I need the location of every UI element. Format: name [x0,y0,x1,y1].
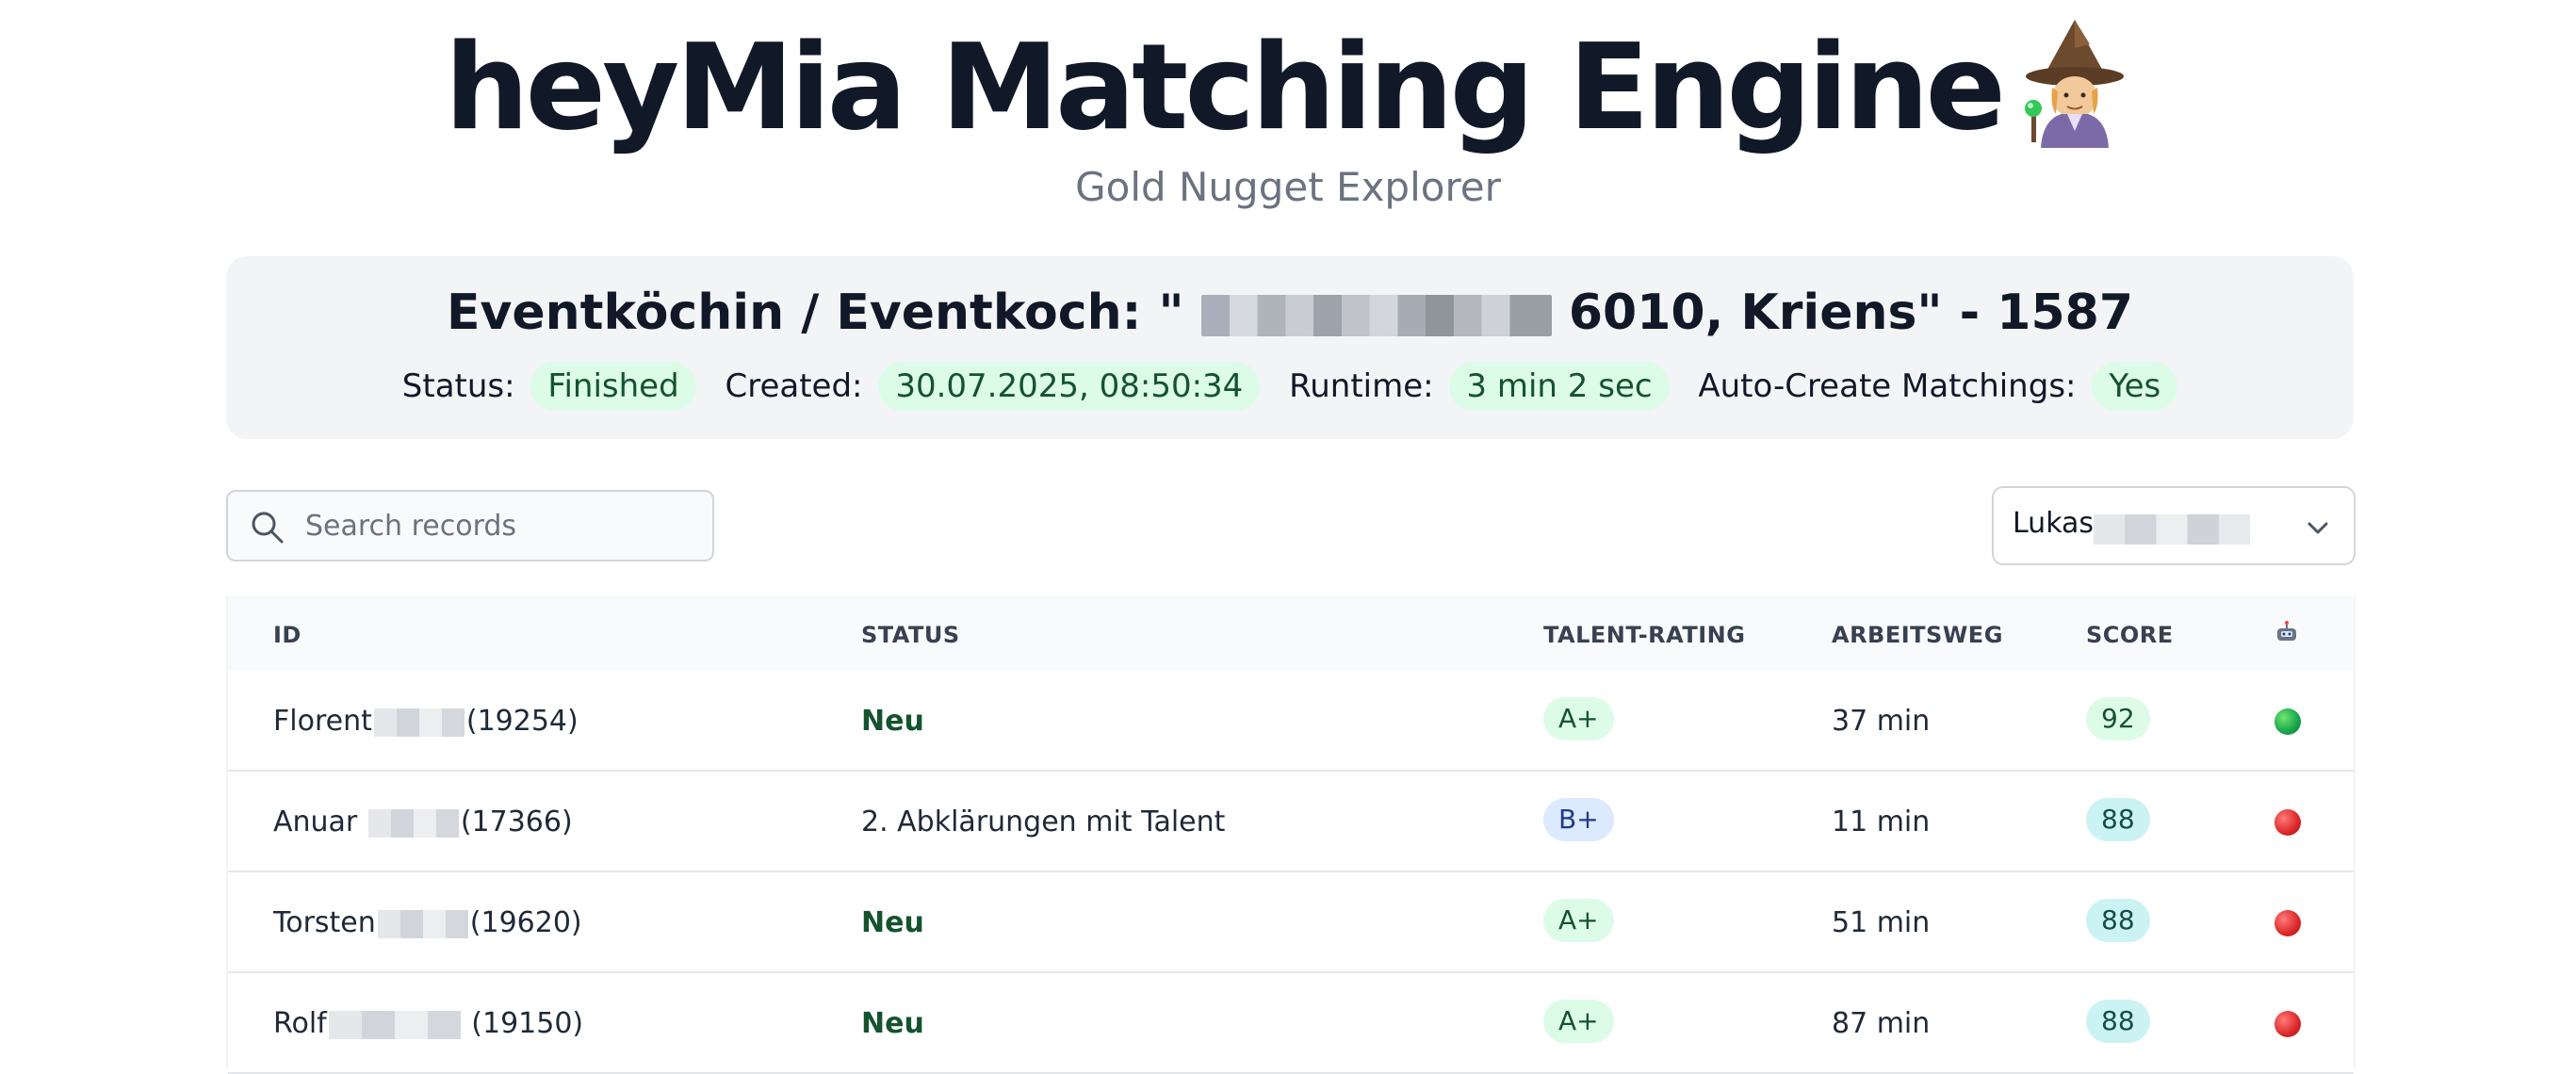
chevron-down-icon [2307,522,2328,534]
row-status: Neu [861,1007,924,1040]
table-row[interactable]: Torsten (19620) Neu A+ 51 min 88 [228,872,2354,973]
candidate-id: (19254) [465,705,579,738]
job-info-card: Eventköchin / Eventkoch: " 6010, Kriens"… [226,256,2354,439]
row-status: Neu [861,906,924,939]
redacted-surname [2094,514,2250,545]
created-label: Created: [725,367,863,405]
candidate-name: Anuar [273,806,358,838]
auto-create-label: Auto-Create Matchings: [1698,367,2077,405]
candidate-id: (19620) [469,906,582,939]
row-id: Florent (19254) [273,705,579,738]
status-indicator-red [2274,1011,2301,1037]
column-header-id[interactable]: ID [273,622,302,648]
auto-create-badge: Yes [2092,362,2178,411]
runtime-badge: 3 min 2 sec [1449,362,1670,411]
talent-rating-badge: A+ [1543,1000,1614,1043]
status-badge: Finished [530,362,696,411]
records-table: ID STATUS TALENT-RATING ARBEITSWEG SCORE… [226,595,2356,1074]
row-status: Neu [861,705,924,738]
table-header: ID STATUS TALENT-RATING ARBEITSWEG SCORE [228,595,2354,671]
candidate-id: (17366) [460,806,573,838]
score-badge: 88 [2086,1000,2150,1043]
page-subtitle: Gold Nugget Explorer [1075,164,1501,210]
candidate-name: Torsten [273,906,376,939]
title-row: heyMia Matching Engine [0,17,2576,158]
column-header-status[interactable]: STATUS [861,622,960,648]
job-title: Eventköchin / Eventkoch: " 6010, Kriens"… [226,285,2354,341]
search-box[interactable] [226,490,714,561]
page-title-text: heyMia Matching Engine [444,18,2006,156]
column-header-talent-rating[interactable]: TALENT-RATING [1543,622,1745,648]
row-commute: 11 min [1832,806,1931,838]
candidate-name: Rolf [273,1007,327,1040]
row-status: 2. Abklärungen mit Talent [861,806,1226,838]
user-filter-select[interactable]: Lukas [1992,486,2356,565]
talent-rating-badge: A+ [1543,899,1614,942]
row-id: Anuar (17366) [273,806,573,838]
job-meta-row: Status: Finished Created: 30.07.2025, 08… [226,362,2354,411]
row-commute: 87 min [1832,1007,1931,1040]
status-indicator-red [2274,809,2301,836]
row-id: Rolf (19150) [273,1007,583,1040]
runtime-label: Runtime: [1289,367,1434,405]
column-header-score[interactable]: SCORE [2086,622,2174,648]
table-row[interactable]: Rolf (19150) Neu A+ 87 min 88 [228,973,2354,1074]
score-badge: 92 [2086,697,2150,740]
page-header: heyMia Matching Engine Gold Nugget Explo… [0,0,2576,236]
wizard-icon [2025,20,2125,148]
status-indicator-green [2274,708,2301,735]
job-title-prefix: Eventköchin / Eventkoch: " [446,285,1184,341]
score-badge: 88 [2086,899,2150,942]
redacted-surname [367,808,459,838]
candidate-name: Florent [273,705,372,738]
status-label: Status: [401,367,515,405]
user-filter-value: Lukas [2013,507,2095,540]
row-id: Torsten (19620) [273,906,582,939]
table-row[interactable]: Florent (19254) Neu A+ 37 min 92 [228,671,2354,772]
page-title: heyMia Matching Engine [444,17,2139,158]
search-icon [252,512,284,544]
talent-rating-badge: B+ [1543,798,1614,841]
column-header-arbeitsweg[interactable]: ARBEITSWEG [1832,622,2003,648]
bot-icon[interactable] [2274,620,2299,644]
redacted-surname [328,1010,461,1039]
row-commute: 51 min [1832,906,1931,939]
job-title-suffix: 6010, Kriens" - 1587 [1568,285,2134,341]
redacted-surname [377,909,468,938]
redacted-address [1200,295,1552,336]
search-input[interactable] [305,492,701,560]
candidate-id: (19150) [471,1007,584,1040]
status-indicator-red [2274,910,2301,936]
created-badge: 30.07.2025, 08:50:34 [878,362,1261,411]
redacted-surname [373,708,465,737]
talent-rating-badge: A+ [1543,697,1614,740]
row-commute: 37 min [1832,705,1931,738]
table-row[interactable]: Anuar (17366) 2. Abklärungen mit Talent … [228,772,2354,872]
score-badge: 88 [2086,798,2150,841]
